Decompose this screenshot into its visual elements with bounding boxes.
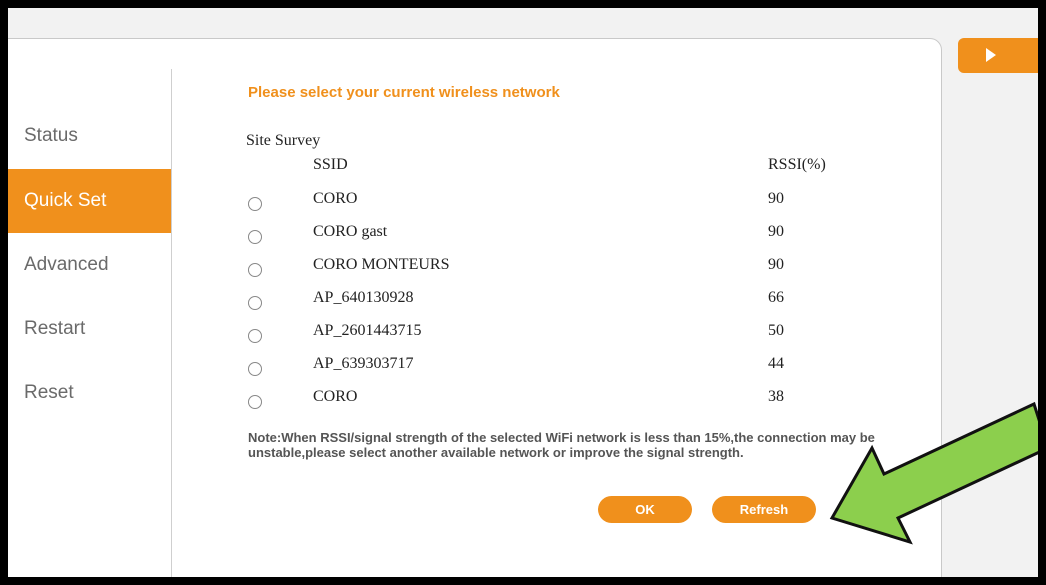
signal-note: Note:When RSSI/signal strength of the se… [248,430,875,460]
page-title: Please select your current wireless netw… [248,84,560,101]
network-rssi: 90 [768,256,784,273]
network-radio[interactable] [248,296,262,310]
network-radio[interactable] [248,395,262,409]
play-icon [986,48,996,62]
network-ssid: AP_639303717 [313,355,414,372]
network-ssid: CORO MONTEURS [313,256,450,273]
network-radio[interactable] [248,263,262,277]
network-ssid: AP_640130928 [313,289,414,306]
network-radio[interactable] [248,329,262,343]
site-survey-label: Site Survey [246,132,321,149]
network-rssi: 38 [768,388,784,405]
network-radio[interactable] [248,197,262,211]
network-row[interactable]: CORO 38 [8,386,908,419]
network-rssi: 66 [768,289,784,306]
ok-button[interactable]: OK [598,496,692,523]
network-radio[interactable] [248,362,262,376]
network-rssi: 90 [768,223,784,240]
arrow-icon [829,401,1038,545]
network-rssi: 90 [768,190,784,207]
ssid-column-header: SSID [313,156,348,173]
sidebar-item-status[interactable]: Status [8,104,171,168]
network-row[interactable]: CORO gast 90 [8,221,908,254]
network-rssi: 44 [768,355,784,372]
network-ssid: AP_2601443715 [313,322,422,339]
network-row[interactable]: AP_640130928 66 [8,287,908,320]
screenshot-frame: Status Quick Set Advanced Restart Reset … [8,8,1038,577]
network-ssid: CORO [313,388,358,405]
network-ssid: CORO [313,190,358,207]
network-radio[interactable] [248,230,262,244]
rssi-column-header: RSSI(%) [768,156,826,173]
network-ssid: CORO gast [313,223,388,240]
network-row[interactable]: CORO 90 [8,188,908,221]
network-rssi: 50 [768,322,784,339]
network-row[interactable]: AP_2601443715 50 [8,320,908,353]
side-expand-tab[interactable] [958,38,1038,73]
refresh-button[interactable]: Refresh [712,496,816,523]
network-row[interactable]: AP_639303717 44 [8,353,908,386]
sidebar-item-label: Status [24,125,78,146]
network-row[interactable]: CORO MONTEURS 90 [8,254,908,287]
